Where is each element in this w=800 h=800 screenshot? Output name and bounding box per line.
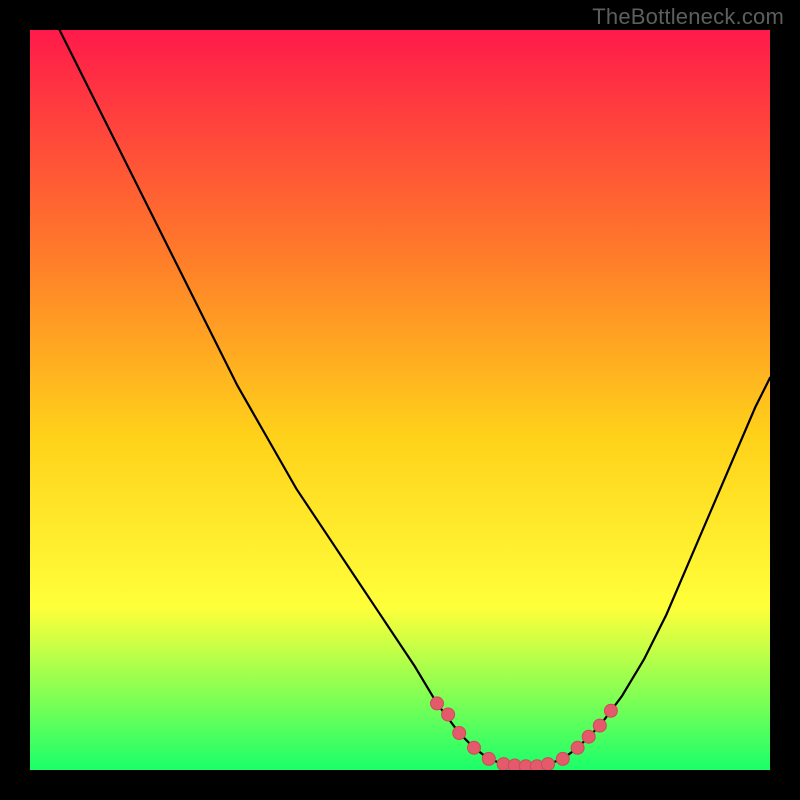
gradient-background <box>30 30 770 770</box>
bottleneck-chart <box>30 30 770 770</box>
plot-area <box>30 30 770 770</box>
marker-point <box>542 758 555 770</box>
marker-point <box>582 730 595 743</box>
marker-point <box>593 719 606 732</box>
marker-point <box>571 741 584 754</box>
marker-point <box>468 741 481 754</box>
marker-point <box>556 752 569 765</box>
marker-point <box>604 704 617 717</box>
watermark-text: TheBottleneck.com <box>592 4 784 30</box>
marker-point <box>442 708 455 721</box>
marker-point <box>453 727 466 740</box>
marker-point <box>431 697 444 710</box>
marker-point <box>482 752 495 765</box>
chart-frame: TheBottleneck.com <box>0 0 800 800</box>
